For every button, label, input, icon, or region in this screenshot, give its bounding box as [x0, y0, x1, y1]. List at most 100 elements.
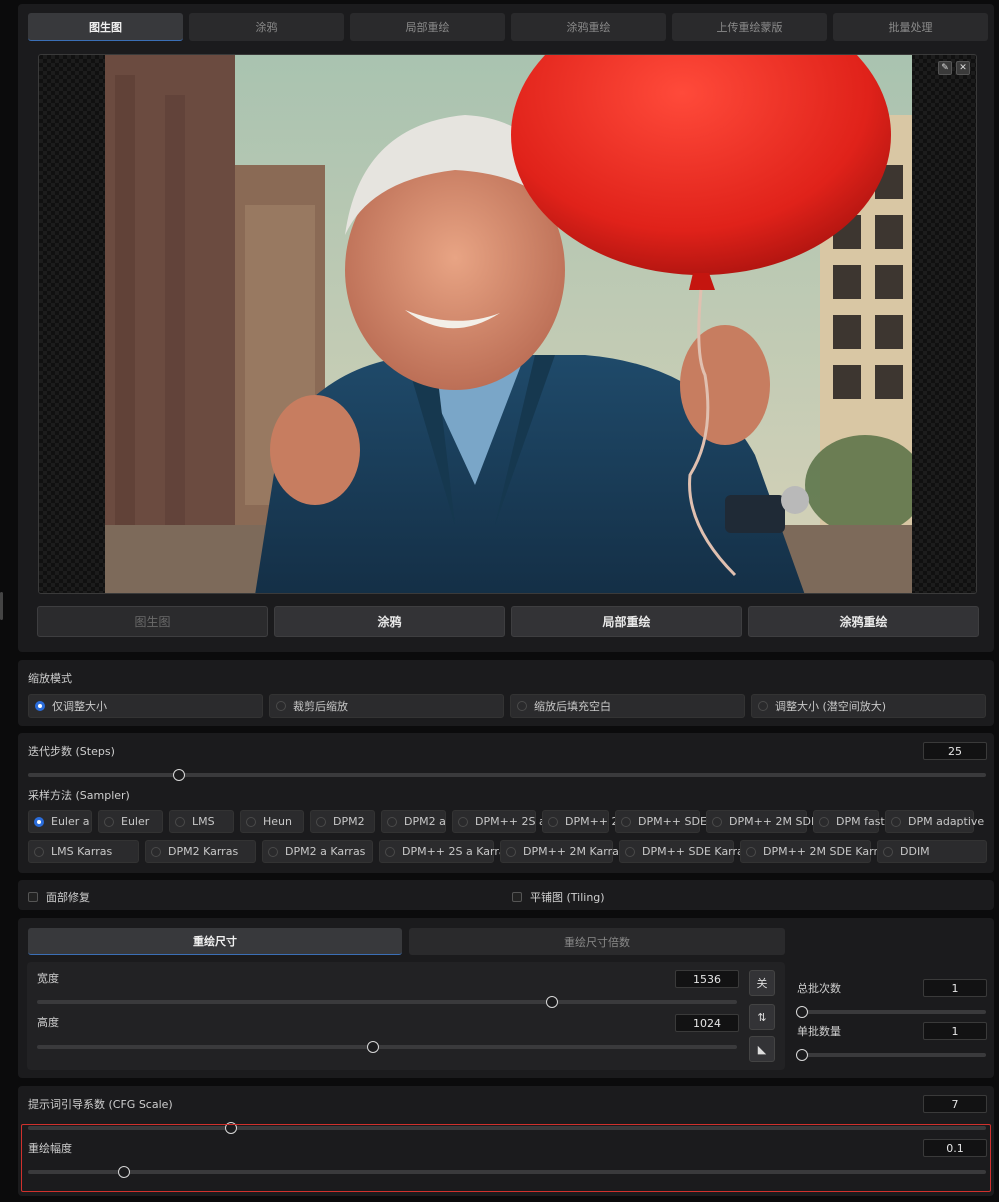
send-to-sketch-button[interactable]: 涂鸦 — [274, 606, 505, 637]
sampler-option-dpm2-a-karras[interactable]: DPM2 a Karras — [262, 840, 373, 863]
swap-dimensions-button[interactable]: ⇅ — [749, 1004, 775, 1030]
sampler-option-euler[interactable]: Euler — [98, 810, 163, 833]
radio-dot — [712, 816, 722, 827]
tab-sketch[interactable]: 涂鸦 — [189, 13, 344, 41]
tab-resize-by[interactable]: 重绘尺寸倍数 — [409, 928, 785, 955]
radio-dot — [458, 816, 468, 827]
sampler-option-dpm-2m-sde[interactable]: DPM++ 2M SDE — [706, 810, 818, 833]
checkbox-box — [512, 892, 522, 902]
send-to-img2img-button[interactable]: 图生图 — [37, 606, 268, 637]
batch-size-slider[interactable] — [796, 1049, 986, 1061]
radio-dot — [385, 846, 395, 857]
sampler-options-row2: LMS Karras DPM2 Karras DPM2 a Karras DPM++ … — [28, 840, 987, 863]
steps-label: 迭代步数 (Steps) — [28, 745, 115, 758]
close-icon[interactable]: ✕ — [956, 61, 970, 75]
lock-button[interactable]: 关 — [749, 970, 775, 996]
radio-dot — [621, 816, 631, 827]
sampler-panel: 迭代步数 (Steps) 25 采样方法 (Sampler) Euler a Eu… — [18, 733, 994, 873]
sampler-option-dpm2-a[interactable]: DPM2 a — [381, 810, 446, 833]
batch-size-slider-thumb[interactable] — [796, 1049, 808, 1061]
radio-dot — [625, 846, 635, 857]
size-panel: 重绘尺寸 重绘尺寸倍数 宽度 1536 高度 1024 关 ⇅ ◣ 总批次数 1… — [18, 918, 994, 1078]
radio-dot — [276, 701, 286, 711]
sampler-option-dpm-adaptive[interactable]: DPM adaptive — [885, 810, 984, 833]
radio-dot — [175, 816, 185, 827]
image-canvas[interactable]: ✎ ✕ — [38, 54, 977, 594]
cfg-input[interactable]: 7 — [923, 1095, 987, 1113]
size-inputs: 宽度 1536 高度 1024 关 ⇅ ◣ — [27, 962, 785, 1070]
radio-dot — [246, 816, 256, 827]
height-slider[interactable] — [37, 1041, 737, 1053]
sampler-option-dpm-2s-a[interactable]: DPM++ 2S a — [452, 810, 546, 833]
batch-size-input[interactable]: 1 — [923, 1022, 987, 1040]
sampler-option-dpm-sde-karras[interactable]: DPM++ SDE Karras — [619, 840, 750, 863]
radio-dot — [34, 816, 44, 827]
denoise-slider[interactable] — [28, 1166, 986, 1178]
sampler-option-dpm-2s-a-karras[interactable]: DPM++ 2S a Karras — [379, 840, 511, 863]
cfg-slider[interactable] — [28, 1122, 986, 1134]
resize-option-fill[interactable]: 缩放后填充空白 — [510, 694, 745, 718]
send-to-inpaint-button[interactable]: 局部重绘 — [511, 606, 742, 637]
tab-inpaint-upload[interactable]: 上传重绘蒙版 — [672, 13, 827, 41]
tiling-checkbox[interactable]: 平铺图 (Tiling) — [512, 889, 605, 905]
sampler-options-row1: Euler a Euler LMS Heun DPM2 DPM2 a DPM++ 2S aD… — [28, 810, 984, 833]
sampler-option-lms-karras[interactable]: LMS Karras — [28, 840, 139, 863]
sampler-option-ddim[interactable]: DDIM — [877, 840, 987, 863]
batch-count-slider-thumb[interactable] — [796, 1006, 808, 1018]
height-slider-thumb[interactable] — [367, 1041, 379, 1053]
resize-mode-options: 仅调整大小 裁剪后缩放 缩放后填充空白 调整大小 (潜空间放大) — [28, 694, 986, 718]
tab-batch[interactable]: 批量处理 — [833, 13, 988, 41]
left-resize-handle[interactable] — [0, 592, 3, 620]
send-to-inpaint-sketch-button[interactable]: 涂鸦重绘 — [748, 606, 979, 637]
radio-dot — [104, 816, 114, 827]
steps-slider[interactable] — [28, 769, 986, 781]
resize-option-just-resize[interactable]: 仅调整大小 — [28, 694, 263, 718]
width-input[interactable]: 1536 — [675, 970, 739, 988]
tab-resize-to[interactable]: 重绘尺寸 — [28, 928, 402, 955]
radio-dot — [517, 701, 527, 711]
tab-bar: 图生图 涂鸦 局部重绘 涂鸦重绘 上传重绘蒙版 批量处理 — [28, 13, 988, 41]
radio-dot — [151, 846, 161, 857]
resize-mode-panel: 缩放模式 仅调整大小 裁剪后缩放 缩放后填充空白 调整大小 (潜空间放大) — [18, 660, 994, 726]
radio-dot — [746, 846, 756, 857]
resize-mode-label: 缩放模式 — [28, 672, 72, 685]
sampler-option-dpm-2m-karras[interactable]: DPM++ 2M Karras — [500, 840, 625, 863]
denoise-label: 重绘幅度 — [28, 1142, 72, 1155]
batch-count-input[interactable]: 1 — [923, 979, 987, 997]
steps-slider-thumb[interactable] — [173, 769, 186, 781]
denoise-slider-thumb[interactable] — [117, 1166, 130, 1178]
sampler-option-dpm-2m[interactable]: DPM++ 2M — [542, 810, 628, 833]
radio-dot — [35, 701, 45, 711]
denoise-input[interactable]: 0.1 — [923, 1139, 987, 1157]
radio-dot — [548, 816, 558, 827]
send-to-row: 图生图 涂鸦 局部重绘 涂鸦重绘 — [37, 606, 979, 637]
sampler-option-dpm-sde[interactable]: DPM++ SDE — [615, 810, 707, 833]
radio-dot — [819, 816, 829, 827]
face-restore-checkbox[interactable]: 面部修复 — [28, 889, 90, 905]
steps-input[interactable]: 25 — [923, 742, 987, 760]
pencil-icon[interactable]: ✎ — [938, 61, 952, 75]
tab-inpaint[interactable]: 局部重绘 — [350, 13, 505, 41]
sampler-option-dpm-fast[interactable]: DPM fast — [813, 810, 885, 833]
aspect-ratio-button[interactable]: ◣ — [749, 1036, 775, 1062]
tab-inpaint-sketch[interactable]: 涂鸦重绘 — [511, 13, 666, 41]
height-input[interactable]: 1024 — [675, 1014, 739, 1032]
sampler-option-dpm2[interactable]: DPM2 — [310, 810, 375, 833]
resize-option-crop[interactable]: 裁剪后缩放 — [269, 694, 504, 718]
resize-option-latent[interactable]: 调整大小 (潜空间放大) — [751, 694, 986, 718]
width-slider-thumb[interactable] — [545, 996, 558, 1008]
radio-dot — [268, 846, 278, 857]
sampler-option-dpm2-karras[interactable]: DPM2 Karras — [145, 840, 256, 863]
sampler-option-dpm-2m-sde-karras[interactable]: DPM++ 2M SDE Karras — [740, 840, 891, 863]
tab-img2img[interactable]: 图生图 — [28, 13, 183, 41]
batch-count-slider[interactable] — [796, 1006, 986, 1018]
radio-dot — [34, 846, 44, 857]
cfg-slider-thumb[interactable] — [225, 1122, 238, 1134]
height-label: 高度 — [37, 1016, 59, 1029]
cfg-denoise-panel: 提示词引导系数 (CFG Scale) 7 重绘幅度 0.1 — [18, 1086, 994, 1196]
radio-dot — [316, 816, 326, 827]
width-slider[interactable] — [37, 996, 737, 1008]
sampler-option-lms[interactable]: LMS — [169, 810, 234, 833]
sampler-option-heun[interactable]: Heun — [240, 810, 304, 833]
sampler-option-euler-a[interactable]: Euler a — [28, 810, 92, 833]
